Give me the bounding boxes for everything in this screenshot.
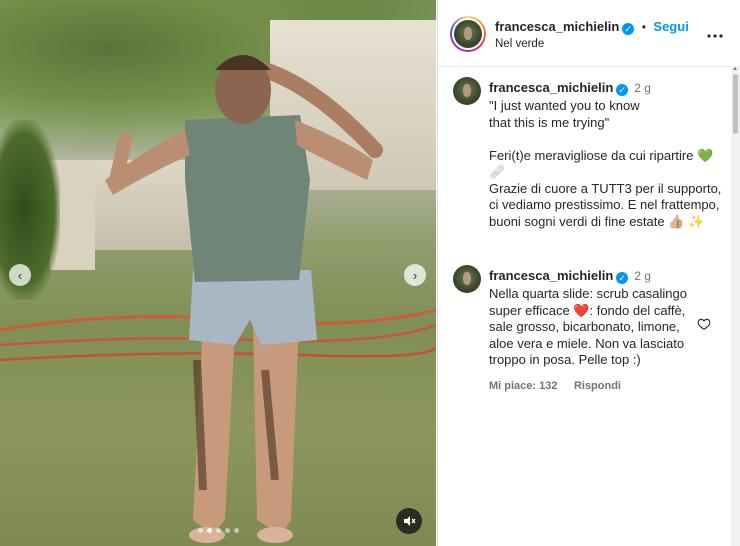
story-avatar[interactable] [450,16,486,52]
avatar [452,18,484,50]
chevron-left-icon: ‹ [17,267,23,283]
carousel-indicator [198,528,239,533]
caption-avatar[interactable] [453,77,481,105]
post-media[interactable]: ‹ › [0,0,436,546]
comment-likes[interactable]: Mi piace: 132 [489,380,557,392]
instagram-post-viewer: ‹ › francesca_michielin ✓ • Segui Nel ver… [0,0,740,546]
post-details-panel: francesca_michielin ✓ • Segui Nel verde f… [437,0,740,546]
speaker-muted-icon [404,516,416,526]
comment-username[interactable]: francesca_michielin [489,268,613,283]
comment: francesca_michielin ✓ 2 g Nella quarta sli… [489,267,709,394]
carousel-dot [234,528,239,533]
carousel-next-button[interactable]: › [404,264,426,286]
heart-outline-icon [697,318,711,330]
caption: francesca_michielin ✓ 2 g "I just wanted y… [489,79,729,230]
verified-badge-icon: ✓ [616,272,629,284]
like-comment-button[interactable] [697,317,711,331]
scroll-up-icon[interactable]: ▲ [732,66,738,72]
post-header: francesca_michielin ✓ • Segui Nel verde [438,0,740,67]
post-author-username[interactable]: francesca_michielin [495,19,619,34]
scrollbar[interactable]: ▲ [731,66,740,546]
comment-avatar[interactable] [453,265,481,293]
carousel-dot [225,528,230,533]
verified-badge-icon: ✓ [616,84,629,96]
verified-badge-icon: ✓ [622,23,635,35]
caption-timestamp[interactable]: 2 g [634,81,651,95]
post-location[interactable]: Nel verde [495,38,544,50]
follow-button[interactable]: Segui [653,19,688,34]
carousel-prev-button[interactable]: ‹ [9,264,31,286]
carousel-dot [216,528,221,533]
chevron-right-icon: › [412,267,418,283]
mute-button[interactable] [396,508,422,534]
comment-text: Nella quarta slide: scrub casalingo supe… [489,286,687,367]
separator-dot: • [641,20,646,34]
carousel-dot [207,528,212,533]
reply-button[interactable]: Rispondi [574,380,621,392]
person-figure [105,55,383,543]
carousel-dot [198,528,203,533]
more-options-icon[interactable] [707,22,723,43]
scrollbar-thumb[interactable] [733,74,738,134]
comment-timestamp[interactable]: 2 g [634,269,651,283]
caption-text: "I just wanted you to know that this is … [489,98,722,229]
caption-username[interactable]: francesca_michielin [489,80,613,95]
